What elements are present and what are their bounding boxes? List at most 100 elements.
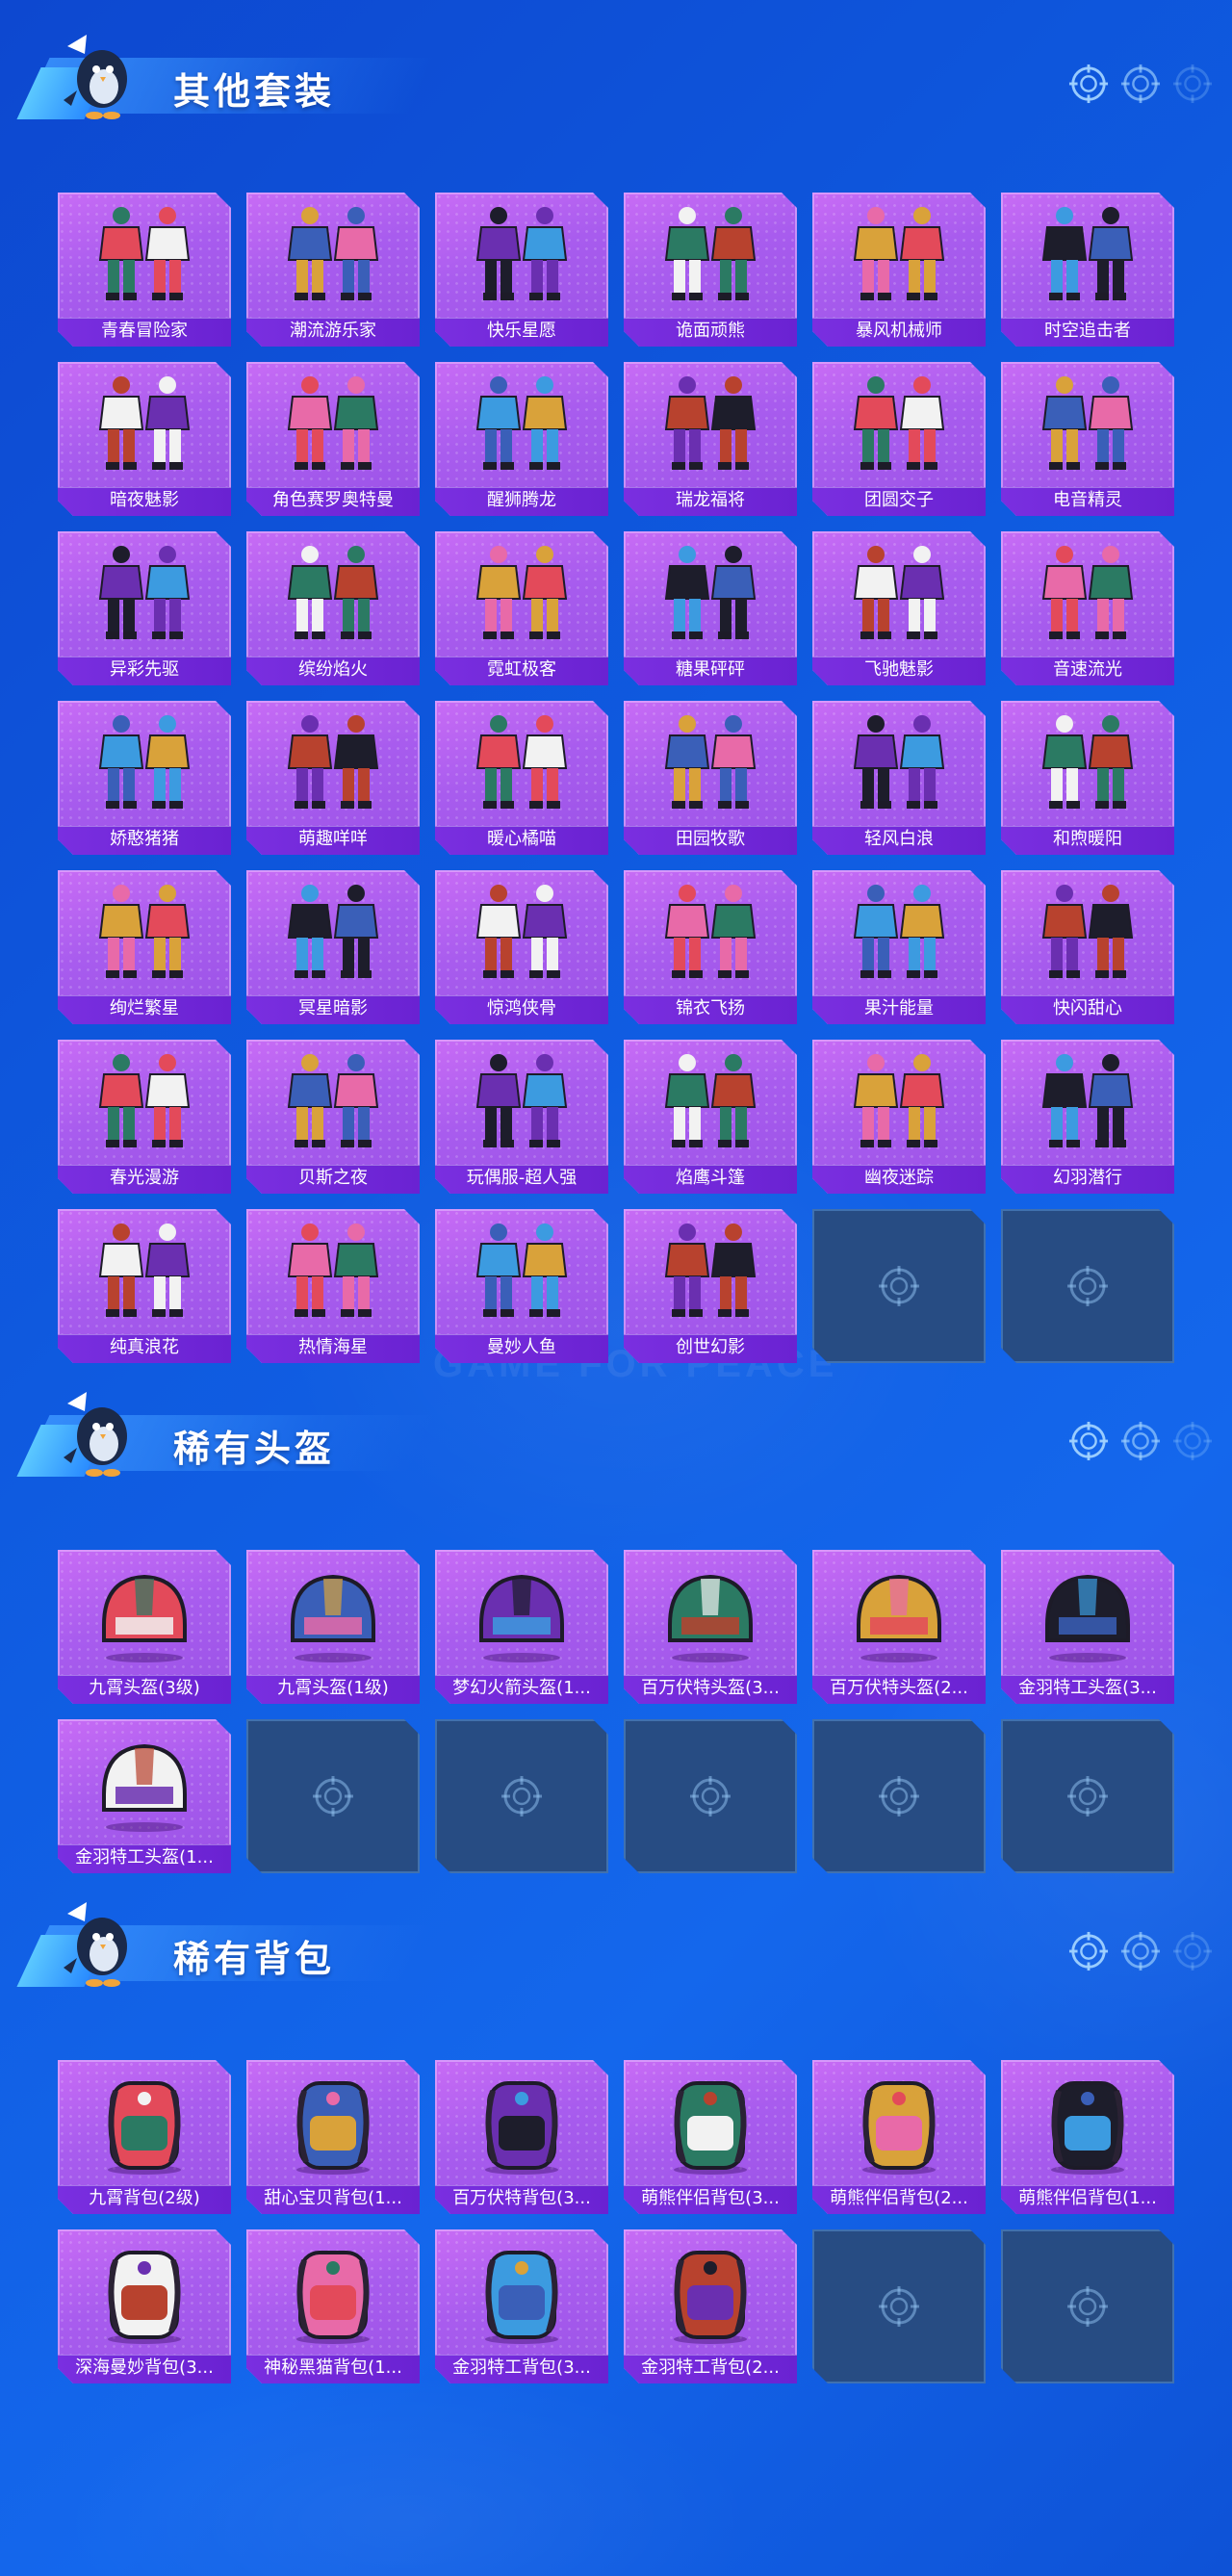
item-tile[interactable]: 绚烂繁星 [58,870,231,1024]
item-tile[interactable]: 娇憨猪猪 [58,701,231,855]
item-name: 贝斯之夜 [298,1168,368,1188]
item-grid: 青春冒险家 潮流游乐家 快乐星愿 诡面顽熊 暴风机械师 时空追击者暗夜魅影 角色赛罗奥特曼 醒… [58,193,1174,1363]
item-tile[interactable]: 暗夜魅影 [58,362,231,516]
item-image [266,2237,400,2345]
crosshair-icon [878,1265,920,1307]
item-tile[interactable]: 糖果砰砰 [624,531,797,685]
item-tile[interactable]: 纯真浪花 [58,1209,231,1363]
item-tile[interactable]: 九霄头盔(3级) [58,1550,231,1704]
item-tile[interactable]: 百万伏特头盔(3... [624,1550,797,1704]
item-tile[interactable]: 九霄头盔(1级) [246,1550,420,1704]
item-image [454,370,589,477]
item-name: 萌熊伴侣背包(3... [641,2188,780,2208]
item-tile[interactable]: 轻风白浪 [812,701,986,855]
item-name: 金羽特工背包(3... [452,2357,591,2378]
item-name: 萌趣咩咩 [298,829,368,849]
item-image [832,539,966,647]
item-tile[interactable]: 缤纷焰火 [246,531,420,685]
item-image [454,2237,589,2345]
item-name: 锦衣飞扬 [676,998,745,1018]
item-tile[interactable]: 春光漫游 [58,1040,231,1194]
item-name: 幻羽潜行 [1053,1168,1122,1188]
item-tile[interactable]: 果汁能量 [812,870,986,1024]
section-header: 稀有头盔 [16,1386,1213,1492]
item-tile[interactable]: 金羽特工头盔(3... [1001,1550,1174,1704]
item-tile[interactable]: 萌熊伴侣背包(2... [812,2060,986,2214]
crosshair-icon [1066,1775,1109,1817]
item-tile[interactable]: 角色赛罗奥特曼 [246,362,420,516]
item-image [1020,878,1155,986]
item-grid: 九霄头盔(3级) 九霄头盔(1级) 梦幻火箭头盔(1... 百万伏特头盔(3... 百万… [58,1550,1174,1873]
crosshair-icon [500,1775,543,1817]
crosshair-icon [1068,1931,1109,1971]
item-tile[interactable]: 音速流光 [1001,531,1174,685]
item-tile[interactable]: 快乐星愿 [435,193,608,347]
empty-slot [1001,2229,1174,2383]
item-image [832,2068,966,2176]
item-tile[interactable]: 异彩先驱 [58,531,231,685]
item-image [77,1047,212,1155]
item-name: 角色赛罗奥特曼 [272,490,394,510]
item-tile[interactable]: 梦幻火箭头盔(1... [435,1550,608,1704]
item-tile[interactable]: 金羽特工背包(3... [435,2229,608,2383]
item-image [643,2068,778,2176]
item-name: 曼妙人鱼 [487,1337,556,1357]
item-tile[interactable]: 金羽特工背包(2... [624,2229,797,2383]
crosshair-icon [1172,1931,1213,1971]
item-name: 时空追击者 [1044,321,1131,341]
item-tile[interactable]: 和煦暖阳 [1001,701,1174,855]
item-tile[interactable]: 暴风机械师 [812,193,986,347]
item-tile[interactable]: 醒狮腾龙 [435,362,608,516]
item-tile[interactable]: 田园牧歌 [624,701,797,855]
item-image [454,1558,589,1665]
item-tile[interactable]: 萌熊伴侣背包(1... [1001,2060,1174,2214]
item-tile[interactable]: 冥星暗影 [246,870,420,1024]
item-tile[interactable]: 幻羽潜行 [1001,1040,1174,1194]
item-tile[interactable]: 幽夜迷踪 [812,1040,986,1194]
item-tile[interactable]: 九霄背包(2级) [58,2060,231,2214]
item-tile[interactable]: 贝斯之夜 [246,1040,420,1194]
item-name: 暴风机械师 [856,321,942,341]
item-image [77,1727,212,1835]
item-name: 醒狮腾龙 [487,490,556,510]
crosshair-icon [1120,1931,1161,1971]
crosshair-icon [1066,1265,1109,1307]
item-tile[interactable]: 诡面顽熊 [624,193,797,347]
item-tile[interactable]: 金羽特工头盔(1... [58,1719,231,1873]
item-tile[interactable]: 创世幻影 [624,1209,797,1363]
item-tile[interactable]: 惊鸿侠骨 [435,870,608,1024]
item-tile[interactable]: 瑞龙福将 [624,362,797,516]
item-tile[interactable]: 玩偶服-超人强 [435,1040,608,1194]
item-tile[interactable]: 时空追击者 [1001,193,1174,347]
item-tile[interactable]: 青春冒险家 [58,193,231,347]
item-tile[interactable]: 百万伏特背包(3... [435,2060,608,2214]
item-tile[interactable]: 焰鹰斗篷 [624,1040,797,1194]
item-name: 快闪甜心 [1053,998,1122,1018]
item-image [1020,1047,1155,1155]
item-tile[interactable]: 百万伏特头盔(2... [812,1550,986,1704]
item-tile[interactable]: 飞驰魅影 [812,531,986,685]
item-image [643,2237,778,2345]
item-tile[interactable]: 神秘黑猫背包(1... [246,2229,420,2383]
item-tile[interactable]: 团圆交子 [812,362,986,516]
item-tile[interactable]: 霓虹极客 [435,531,608,685]
item-tile[interactable]: 曼妙人鱼 [435,1209,608,1363]
item-tile[interactable]: 锦衣飞扬 [624,870,797,1024]
item-tile[interactable]: 萌趣咩咩 [246,701,420,855]
item-name: 轻风白浪 [864,829,934,849]
item-tile[interactable]: 潮流游乐家 [246,193,420,347]
item-image [643,1217,778,1325]
item-tile[interactable]: 甜心宝贝背包(1... [246,2060,420,2214]
item-tile[interactable]: 萌熊伴侣背包(3... [624,2060,797,2214]
item-tile[interactable]: 快闪甜心 [1001,870,1174,1024]
item-tile[interactable]: 暖心橘喵 [435,701,608,855]
empty-slot [1001,1209,1174,1363]
crosshair-icon [878,1775,920,1817]
item-image [643,200,778,308]
item-tile[interactable]: 电音精灵 [1001,362,1174,516]
item-image [832,1047,966,1155]
empty-slot [246,1719,420,1873]
item-tile[interactable]: 深海曼妙背包(3... [58,2229,231,2383]
item-name: 田园牧歌 [676,829,745,849]
item-tile[interactable]: 热情海星 [246,1209,420,1363]
